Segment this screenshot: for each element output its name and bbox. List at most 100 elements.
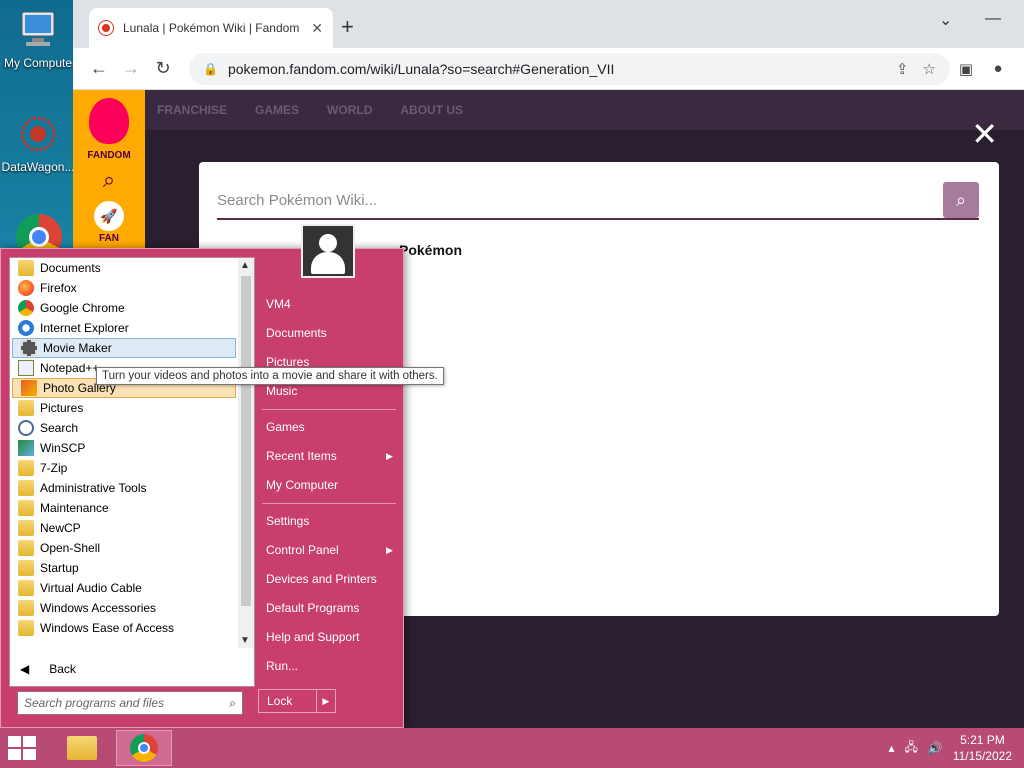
start-right-default-programs[interactable]: Default Programs xyxy=(266,601,359,615)
program-label: Google Chrome xyxy=(40,301,125,315)
program-item[interactable]: Virtual Audio Cable xyxy=(10,578,238,598)
start-right-documents[interactable]: Documents xyxy=(266,326,327,340)
start-search-placeholder: Search programs and files xyxy=(24,696,165,710)
search-row: Search Pokémon Wiki... ⌕ xyxy=(217,182,979,220)
start-right-recent[interactable]: Recent Items ▶ xyxy=(266,449,396,463)
program-item[interactable]: Search xyxy=(10,418,238,438)
system-tray: ▴ 🖧 🔊 5:21 PM 11/15/2022 xyxy=(888,732,1012,764)
search-submit-icon[interactable]: ⌕ xyxy=(943,182,979,218)
search-input[interactable]: Search Pokémon Wiki... xyxy=(217,192,943,209)
program-item[interactable]: Documents xyxy=(10,258,238,278)
control-panel-label: Control Panel xyxy=(266,543,339,557)
desktop-icon-label: DataWagon... xyxy=(1,160,75,174)
photo-gallery-icon xyxy=(21,380,37,396)
url-text: pokemon.fandom.com/wiki/Lunala?so=search… xyxy=(227,60,615,77)
back-arrow-icon[interactable]: ← xyxy=(83,58,115,79)
program-label: Startup xyxy=(40,561,79,575)
nav-games[interactable]: GAMES xyxy=(255,103,299,117)
folder-docs-icon xyxy=(18,260,34,276)
program-item[interactable]: Pictures xyxy=(10,398,238,418)
desktop-icon-my-computer[interactable]: My Compute xyxy=(0,8,76,70)
program-list-scrollbar[interactable]: ▲ ▼ xyxy=(238,258,254,648)
start-menu: Documents Firefox Google Chrome Internet Ex… xyxy=(0,248,404,728)
lock-icon[interactable]: 🔒 xyxy=(203,62,218,76)
nav-franchise[interactable]: FRANCHISE xyxy=(157,103,227,117)
fandom-logo-icon[interactable] xyxy=(89,98,129,144)
desktop-icon-datawagon[interactable]: DataWagon... xyxy=(0,112,76,174)
start-right-control-panel[interactable]: Control Panel ▶ xyxy=(266,543,396,557)
start-right-settings[interactable]: Settings xyxy=(266,514,309,528)
fan-lab-icon[interactable]: 🚀 xyxy=(94,201,124,231)
program-label: Pictures xyxy=(40,401,84,415)
program-item[interactable]: Internet Explorer xyxy=(10,318,238,338)
side-panel-icon[interactable]: ▣ xyxy=(950,60,982,78)
address-bar[interactable]: 🔒 pokemon.fandom.com/wiki/Lunala?so=sear… xyxy=(189,52,950,85)
program-label: Administrative Tools xyxy=(40,481,147,495)
clock[interactable]: 5:21 PM 11/15/2022 xyxy=(953,732,1012,764)
start-right-run[interactable]: Run... xyxy=(266,659,298,673)
back-label: Back xyxy=(49,662,76,676)
taskbar-file-explorer[interactable] xyxy=(54,730,110,766)
windows-start-icon[interactable] xyxy=(8,736,38,760)
taskbar-chrome[interactable] xyxy=(116,730,172,766)
nav-about[interactable]: ABOUT US xyxy=(400,103,463,117)
minimize-icon[interactable]: — xyxy=(985,10,1001,28)
program-item[interactable]: Movie Maker xyxy=(12,338,236,358)
back-arrow-icon: ◀ xyxy=(20,662,30,676)
submenu-arrow-icon: ▶ xyxy=(386,451,393,461)
program-label: Internet Explorer xyxy=(40,321,129,335)
recent-items-label: Recent Items xyxy=(266,449,337,463)
user-avatar[interactable] xyxy=(301,224,355,278)
program-label: 7-Zip xyxy=(40,461,68,475)
start-right-user[interactable]: VM4 xyxy=(266,297,291,311)
lock-button[interactable]: Lock ▶ xyxy=(258,689,336,713)
program-label: Windows Accessories xyxy=(40,601,157,615)
scroll-up-icon[interactable]: ▲ xyxy=(240,260,250,271)
network-icon[interactable]: 🖧 xyxy=(904,738,917,759)
program-item[interactable]: Startup xyxy=(10,558,238,578)
new-tab-icon[interactable]: + xyxy=(341,14,354,40)
close-tab-icon[interactable]: ✕ xyxy=(311,20,323,37)
start-right-help[interactable]: Help and Support xyxy=(266,630,359,644)
lock-options-arrow-icon[interactable]: ▶ xyxy=(315,690,335,712)
forward-arrow-icon[interactable]: → xyxy=(115,58,147,79)
desktop-icon-label: My Compute xyxy=(3,56,73,70)
program-item[interactable]: Open-Shell xyxy=(10,538,238,558)
back-button[interactable]: ◀ Back xyxy=(20,662,76,676)
start-right-games[interactable]: Games xyxy=(266,420,305,434)
program-item[interactable]: Windows Ease of Access xyxy=(10,618,238,638)
start-right-separator xyxy=(262,503,396,504)
start-search-input[interactable]: Search programs and files ⌕ xyxy=(17,691,243,715)
program-label: WinSCP xyxy=(40,441,86,455)
tab-search-icon[interactable]: ⌄ xyxy=(939,10,952,30)
program-item[interactable]: Maintenance xyxy=(10,498,238,518)
start-right-computer[interactable]: My Computer xyxy=(266,478,338,492)
volume-icon[interactable]: 🔊 xyxy=(928,741,943,755)
profile-icon[interactable]: ● xyxy=(982,60,1014,77)
program-item[interactable]: Windows Accessories xyxy=(10,598,238,618)
bookmark-star-icon[interactable]: ☆ xyxy=(923,60,936,78)
program-item[interactable]: Google Chrome xyxy=(10,298,238,318)
program-label: Maintenance xyxy=(40,501,109,515)
scroll-down-icon[interactable]: ▼ xyxy=(240,635,250,646)
show-hidden-icons-icon[interactable]: ▴ xyxy=(888,741,894,755)
program-item[interactable]: Firefox xyxy=(10,278,238,298)
close-search-icon[interactable]: ✕ xyxy=(971,118,998,150)
clock-time: 5:21 PM xyxy=(960,733,1005,747)
program-label: Windows Ease of Access xyxy=(40,621,175,635)
start-right-devices[interactable]: Devices and Printers xyxy=(266,572,377,586)
share-icon[interactable]: ⇪ xyxy=(896,60,909,78)
start-right-music[interactable]: Music xyxy=(266,384,297,398)
folder-icon xyxy=(18,460,34,476)
reload-icon[interactable]: ↻ xyxy=(147,58,179,79)
nav-world[interactable]: WORLD xyxy=(327,103,372,117)
program-item[interactable]: WinSCP xyxy=(10,438,238,458)
program-item[interactable]: NewCP xyxy=(10,518,238,538)
search-icon[interactable]: ⌕ xyxy=(103,167,115,193)
browser-tab[interactable]: Lunala | Pokémon Wiki | Fandom ✕ xyxy=(89,8,333,48)
firefox-icon xyxy=(18,280,34,296)
scroll-thumb[interactable] xyxy=(241,276,251,606)
program-item[interactable]: 7-Zip xyxy=(10,458,238,478)
pokeball-icon xyxy=(99,21,113,35)
program-item[interactable]: Administrative Tools xyxy=(10,478,238,498)
